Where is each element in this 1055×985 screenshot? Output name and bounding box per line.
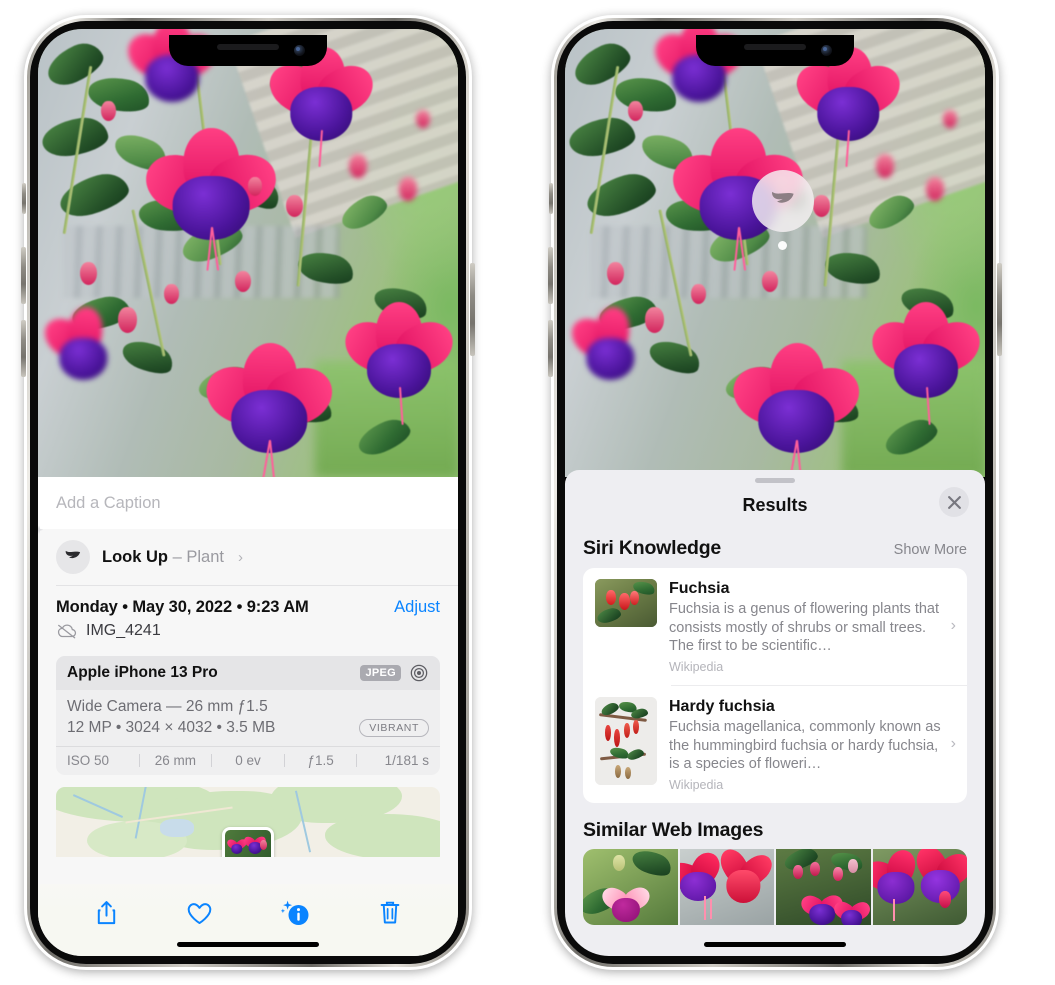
card-body: Hardy fuchsia Fuchsia magellanica, commo… — [669, 697, 955, 792]
exif-lens: Wide Camera — 26 mm ƒ1.5 — [67, 698, 268, 715]
heart-icon[interactable] — [186, 901, 213, 926]
results-title: Results — [742, 494, 808, 515]
power-button[interactable] — [470, 263, 475, 356]
look-up-label: Look Up – Plant — [102, 548, 224, 567]
phone-left-screen: Add a Caption Look Up – Plant › Monday •… — [38, 29, 458, 956]
show-more-button[interactable]: Show More — [894, 542, 967, 558]
exif-stat-ev: 0 ev — [235, 753, 261, 768]
card-source: Wikipedia — [669, 659, 724, 674]
section-title-similar-web-images: Similar Web Images — [583, 818, 764, 841]
phone-right-screen: Results Siri Knowledge Show More Fuchsia… — [565, 29, 985, 956]
adjust-button[interactable]: Adjust — [394, 598, 440, 617]
web-image-4[interactable] — [872, 848, 967, 925]
caption-row[interactable]: Add a Caption — [38, 477, 458, 529]
iphone-right: Results Siri Knowledge Show More Fuchsia… — [548, 15, 1002, 970]
map-photo-pin[interactable] — [222, 827, 274, 857]
home-indicator[interactable] — [177, 942, 319, 947]
card-description: Fuchsia magellanica, commonly known as t… — [669, 719, 941, 773]
card-source: Wikipedia — [669, 777, 724, 792]
share-icon[interactable] — [94, 899, 119, 927]
format-badge: JPEG — [360, 665, 401, 681]
photo-style-badge: VIBRANT — [359, 719, 429, 737]
caption-input[interactable]: Add a Caption — [56, 494, 161, 513]
photo-filename: IMG_4241 — [86, 622, 161, 639]
look-up-row[interactable]: Look Up – Plant › — [38, 525, 458, 585]
card-description: Fuchsia is a genus of flowering plants t… — [669, 601, 940, 655]
exif-stat-aperture: ƒ1.5 — [307, 753, 334, 768]
card-thumbnail — [595, 579, 657, 627]
photo-view[interactable] — [565, 29, 985, 477]
info-sparkle-icon[interactable] — [280, 899, 311, 927]
results-sheet: Results Siri Knowledge Show More Fuchsia… — [565, 470, 985, 956]
look-up-dash: – — [172, 547, 182, 566]
exif-stat-iso: ISO 50 — [67, 753, 110, 768]
photo-location-map[interactable] — [56, 787, 440, 857]
volume-down-button[interactable] — [548, 320, 553, 377]
trash-icon[interactable] — [378, 899, 402, 927]
leaf-icon — [772, 191, 794, 203]
icloud-slash-icon — [57, 624, 77, 639]
exif-stat-shutter: 1/181 s — [384, 753, 429, 768]
power-button[interactable] — [997, 263, 1002, 356]
card-title: Fuchsia — [669, 580, 730, 597]
visual-look-up-badge[interactable] — [752, 170, 814, 232]
similar-web-images-header: Similar Web Images — [565, 803, 985, 849]
card-title: Hardy fuchsia — [669, 697, 775, 715]
leaf-icon — [56, 540, 90, 574]
card-body: Fuchsia Fuchsia is a genus of flowering … — [669, 579, 955, 674]
exif-device: Apple iPhone 13 Pro — [67, 664, 218, 681]
look-up-title: Look Up — [102, 547, 168, 566]
close-icon[interactable] — [939, 487, 969, 517]
exif-stat-focal: 26 mm — [154, 753, 197, 768]
exif-body: Wide Camera — 26 mm ƒ1.5 12 MP • 3024 × … — [56, 690, 440, 746]
chevron-right-icon: › — [950, 617, 956, 635]
visual-look-up-anchor-dot — [778, 241, 787, 250]
camera-aperture-icon — [410, 664, 428, 682]
siri-knowledge-header: Siri Knowledge Show More — [565, 527, 985, 568]
mute-switch[interactable] — [549, 183, 553, 214]
web-image-1[interactable] — [583, 848, 678, 925]
mute-switch[interactable] — [22, 183, 26, 214]
web-image-2[interactable] — [679, 848, 774, 925]
volume-up-button[interactable] — [548, 247, 553, 304]
results-header: Results — [565, 483, 985, 527]
knowledge-card-fuchsia[interactable]: Fuchsia Fuchsia is a genus of flowering … — [583, 568, 967, 685]
web-image-3[interactable] — [776, 848, 871, 925]
volume-down-button[interactable] — [21, 320, 26, 377]
photo-info-sheet: Add a Caption Look Up – Plant › Monday •… — [38, 477, 458, 956]
volume-up-button[interactable] — [21, 247, 26, 304]
knowledge-card-hardy-fuchsia[interactable]: Hardy fuchsia Fuchsia magellanica, commo… — [583, 686, 967, 803]
exif-header: Apple iPhone 13 Pro JPEG — [56, 656, 440, 690]
sparkle-icon — [38, 525, 44, 534]
screenshot-stage: Add a Caption Look Up – Plant › Monday •… — [0, 0, 1055, 985]
photo-date: Monday • May 30, 2022 • 9:23 AM — [56, 598, 309, 616]
card-thumbnail — [595, 696, 657, 785]
exif-card[interactable]: Apple iPhone 13 Pro JPEG Wide Camera — 2… — [56, 656, 440, 775]
photo-view[interactable] — [38, 29, 458, 477]
exif-stats: ISO 50 26 mm 0 ev ƒ1.5 1/181 s — [56, 746, 440, 775]
section-title-siri-knowledge: Siri Knowledge — [583, 537, 722, 559]
siri-knowledge-cards: Fuchsia Fuchsia is a genus of flowering … — [583, 568, 967, 803]
chevron-right-icon: › — [950, 735, 956, 753]
photo-metadata: Monday • May 30, 2022 • 9:23 AM Adjust I… — [38, 586, 458, 646]
look-up-subject: Plant — [186, 547, 224, 566]
iphone-left: Add a Caption Look Up – Plant › Monday •… — [21, 15, 475, 970]
similar-web-images-row — [583, 848, 967, 925]
home-indicator[interactable] — [704, 942, 846, 947]
chevron-right-icon: › — [237, 548, 243, 566]
